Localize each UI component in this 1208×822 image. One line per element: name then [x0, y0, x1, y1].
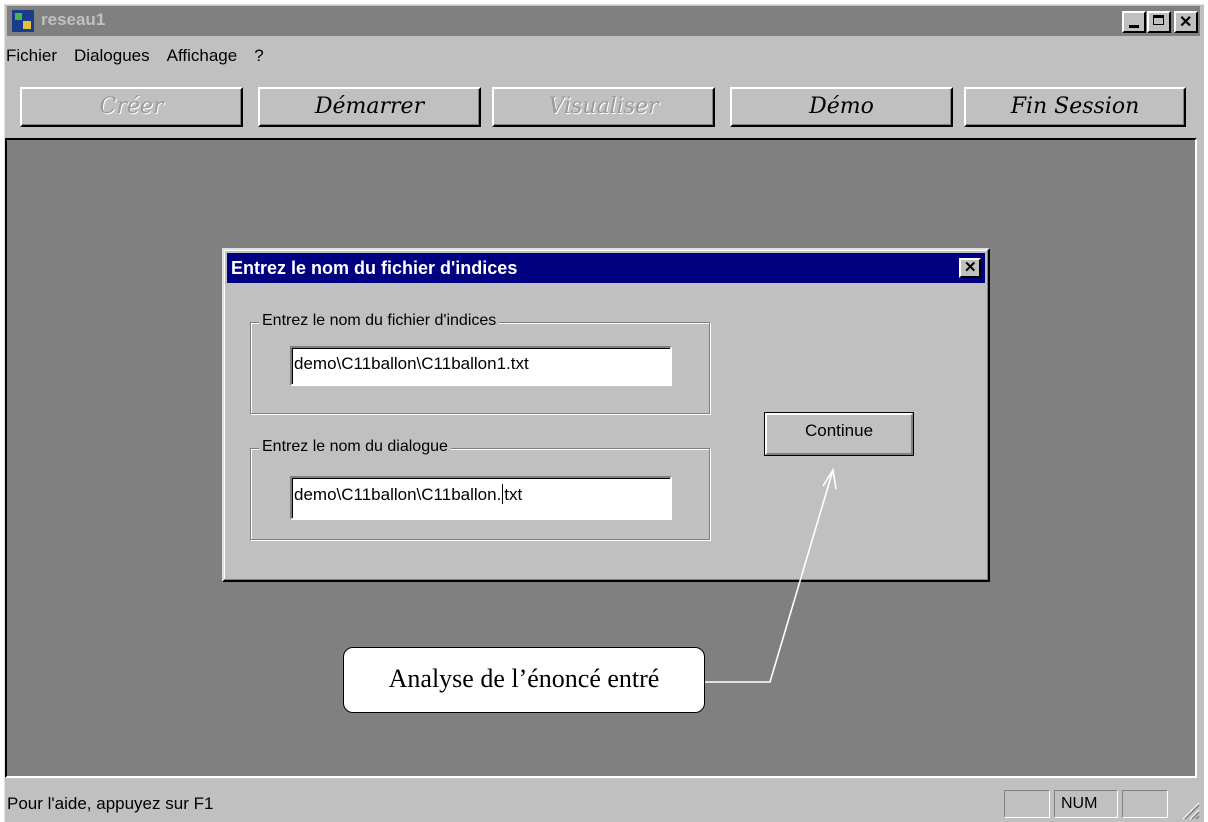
app-icon[interactable]: [12, 10, 34, 32]
resize-grip-icon[interactable]: [1178, 798, 1200, 820]
maximize-button[interactable]: [1147, 11, 1171, 33]
continue-button[interactable]: Continue: [764, 412, 914, 456]
file-dialog: Entrez le nom du fichier d'indices Entre…: [222, 248, 990, 582]
menu-dialogues[interactable]: Dialogues: [74, 46, 150, 66]
status-pane-caps: [1004, 790, 1050, 818]
menu-fichier[interactable]: Fichier: [6, 46, 57, 66]
title-bar[interactable]: reseau1: [7, 6, 1200, 36]
dialog-title-bar[interactable]: Entrez le nom du fichier d'indices: [227, 253, 985, 283]
creer-button[interactable]: Créer: [20, 87, 243, 127]
demarrer-button[interactable]: Démarrer: [258, 87, 481, 127]
visualiser-button[interactable]: Visualiser: [492, 87, 715, 127]
status-pane-scroll: [1122, 790, 1168, 818]
status-text: Pour l'aide, appuyez sur F1: [7, 794, 214, 813]
window-title: reseau1: [41, 10, 106, 29]
fin-session-button[interactable]: Fin Session: [964, 87, 1186, 127]
menu-affichage[interactable]: Affichage: [167, 46, 238, 66]
status-pane-num: NUM: [1054, 790, 1118, 818]
dialogue-input-text-before: demo\C11ballon\C11ballon.: [294, 485, 502, 504]
dialogue-group-label: Entrez le nom du dialogue: [259, 438, 451, 456]
minimize-button[interactable]: [1122, 11, 1146, 33]
status-bar: Pour l'aide, appuyez sur F1 NUM: [4, 786, 1204, 822]
dialogue-input-text-after: txt: [504, 485, 523, 504]
menu-bar: Fichier Dialogues Affichage ?: [6, 46, 281, 66]
indices-file-input[interactable]: demo\C11ballon\C11ballon1.txt: [290, 346, 672, 386]
annotation-callout: Analyse de l’énoncé entré: [343, 647, 705, 713]
menu-help[interactable]: ?: [254, 46, 263, 66]
toolbar: Créer Démarrer Visualiser Démo Fin Sessi…: [0, 81, 1192, 141]
dialog-title: Entrez le nom du fichier d'indices: [231, 258, 518, 278]
dialogue-file-input[interactable]: demo\C11ballon\C11ballon. txt: [290, 476, 672, 520]
dialog-close-icon[interactable]: [959, 258, 981, 278]
indices-group-label: Entrez le nom du fichier d'indices: [259, 312, 500, 330]
close-button[interactable]: [1174, 11, 1198, 33]
demo-button[interactable]: Démo: [730, 87, 953, 127]
